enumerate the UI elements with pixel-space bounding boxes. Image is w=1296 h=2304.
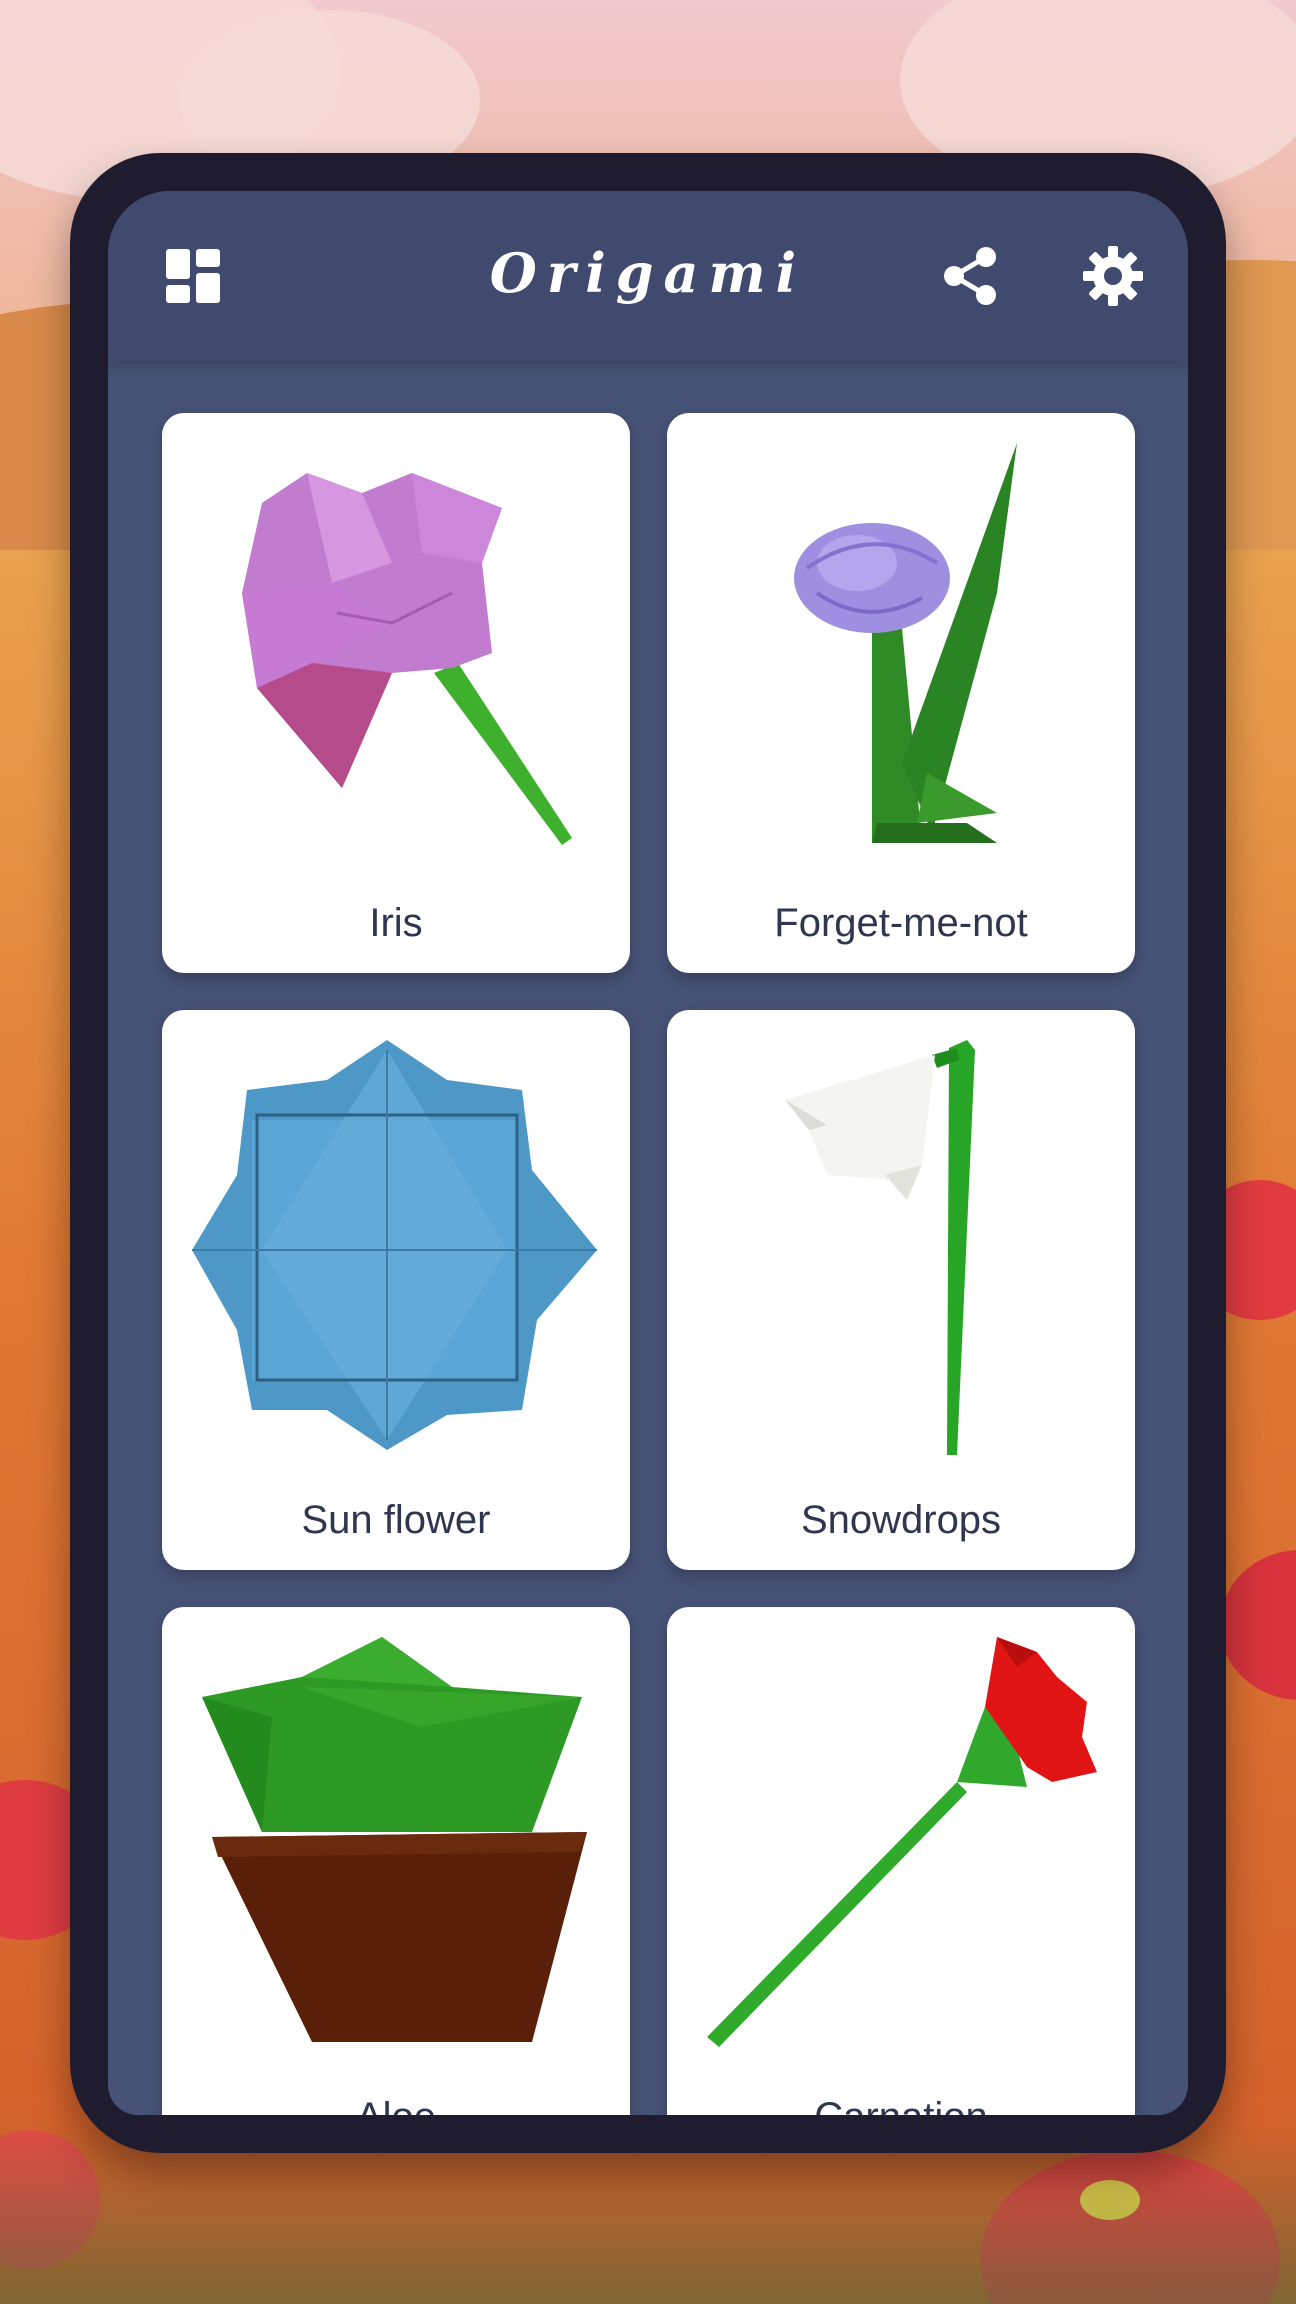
card-aloe[interactable]: Aloe bbox=[162, 1607, 630, 2115]
app-bar: Origami bbox=[108, 191, 1188, 361]
card-label: Snowdrops bbox=[800, 1498, 1002, 1542]
phone-frame: Origami Iris Forget-me-not Sun flower Sn… bbox=[70, 153, 1226, 2153]
sun-flower-image bbox=[192, 1040, 597, 1450]
card-label: Carnation bbox=[667, 2095, 1135, 2115]
card-forget-me-not[interactable]: Forget-me-not bbox=[667, 413, 1135, 973]
app-title: Origami bbox=[489, 241, 807, 305]
snowdrops-image bbox=[785, 1040, 975, 1455]
card-iris[interactable]: Iris bbox=[162, 413, 630, 973]
carnation-image bbox=[707, 1637, 1097, 2047]
card-label: Iris bbox=[369, 901, 423, 945]
card-carnation[interactable]: Carnation bbox=[667, 1607, 1135, 2115]
aloe-image bbox=[202, 1637, 587, 2042]
card-snowdrops[interactable]: Snowdrops bbox=[667, 1010, 1135, 1570]
card-label: Aloe bbox=[162, 2095, 630, 2115]
card-sun-flower[interactable]: Sun flower bbox=[162, 1010, 630, 1570]
card-label: Forget-me-not bbox=[774, 901, 1028, 945]
forget-me-not-image bbox=[794, 443, 1017, 843]
card-label: Sun flower bbox=[301, 1498, 491, 1542]
app-screen: Origami Iris Forget-me-not Sun flower Sn… bbox=[108, 191, 1188, 2115]
iris-image bbox=[242, 473, 572, 845]
gear-icon[interactable] bbox=[1078, 241, 1148, 311]
share-icon[interactable] bbox=[936, 241, 1006, 311]
